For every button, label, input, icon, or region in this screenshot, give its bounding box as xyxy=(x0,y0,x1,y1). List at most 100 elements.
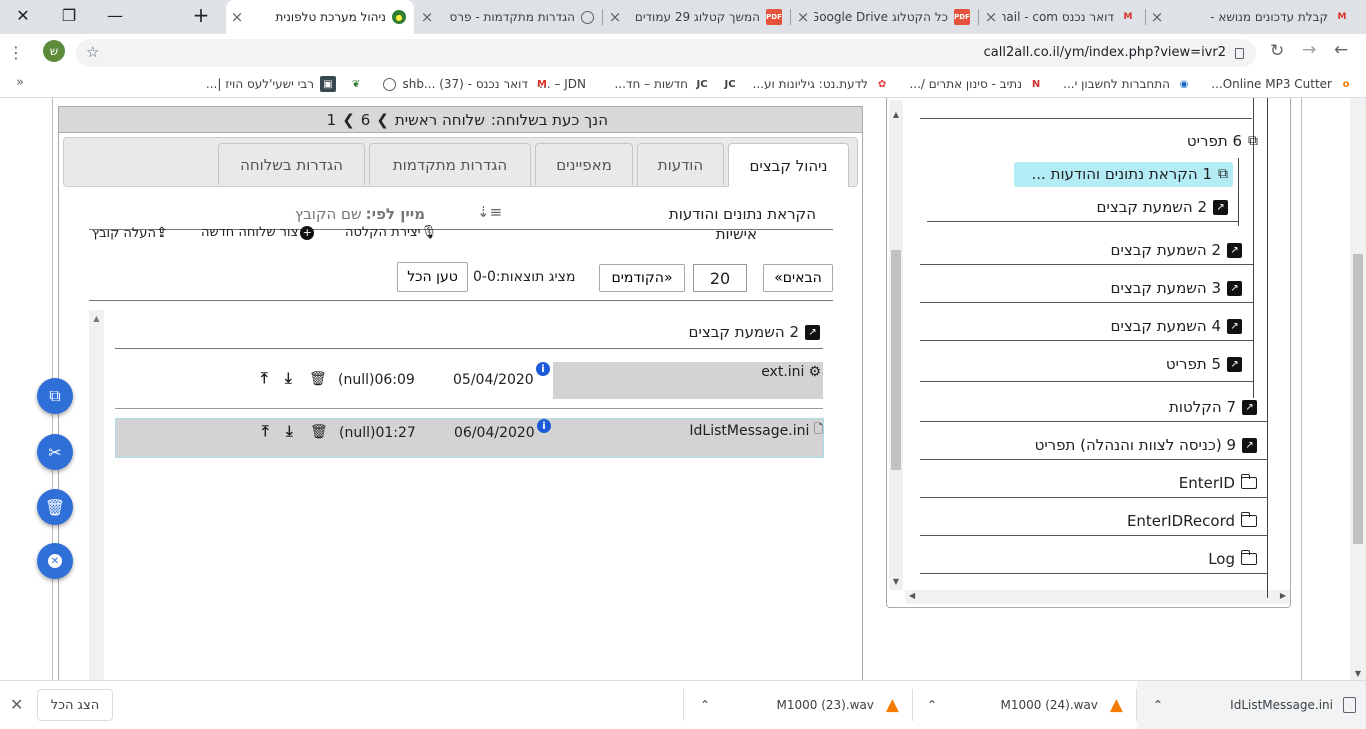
tree-item-4[interactable]: ↗ 4 השמעת קבצים xyxy=(1111,317,1242,335)
info-icon[interactable]: i xyxy=(537,419,551,433)
profile-avatar[interactable]: ש xyxy=(43,40,65,62)
section-title: הקראת נתונים והודעות xyxy=(668,205,816,223)
tree-item-enteridrecord[interactable]: EnterIDRecord xyxy=(1127,512,1257,530)
create-recording-button[interactable]: 🎙 יצירת הקלטה xyxy=(345,225,437,240)
show-all-button[interactable]: הצג הכל xyxy=(37,689,113,721)
tree-item-2a[interactable]: ↗ 2 השמעת קבצים xyxy=(1097,198,1228,216)
upload-icon[interactable]: ⤒ xyxy=(262,422,269,440)
cancel-button[interactable]: ✕ xyxy=(37,543,73,579)
bookmark-label: רבי ישעי'לעס הויז |... xyxy=(205,77,314,91)
cut-button[interactable]: ✂ xyxy=(37,434,73,470)
reload-icon[interactable]: ↻ xyxy=(1270,41,1284,61)
page-scrollbar[interactable]: ▼ xyxy=(1350,98,1366,680)
tree-item-5[interactable]: ↗ 5 תפריט xyxy=(1166,355,1242,373)
chevron-up-icon: ⌃ xyxy=(1153,698,1164,712)
tree-item-9[interactable]: ↗ 9 (כניסה לצוות והנהלה) תפריט xyxy=(1035,436,1257,454)
tab-messages[interactable]: הודעות xyxy=(637,143,724,185)
breadcrumb-item[interactable]: 1 xyxy=(327,111,337,129)
tree-item-3[interactable]: ↗ 3 השמעת קבצים xyxy=(1111,279,1242,297)
tree-item-selected-label[interactable]: ⧉ 1 הקראת נתונים והודעות ... xyxy=(1032,165,1228,183)
download-item[interactable]: ▲ M1000 (23).wav ⌃ xyxy=(688,681,911,729)
tree-scrollbar[interactable]: ▲ ▼ xyxy=(889,100,903,590)
prev-page-button[interactable]: הקודמים» xyxy=(599,264,685,292)
bookmark-item[interactable] xyxy=(377,75,396,93)
info-icon[interactable]: i xyxy=(536,362,550,376)
tab-4[interactable]: PDF המשך קטלוג 29 עמודים × xyxy=(604,0,790,34)
close-download-bar-icon[interactable]: ✕ xyxy=(10,695,23,714)
folder-icon xyxy=(1240,550,1257,565)
text-file-icon: 🗋 xyxy=(813,422,823,436)
close-window-icon[interactable]: ✕ xyxy=(0,0,46,30)
current-folder[interactable]: ↗ 2 השמעת קבצים xyxy=(689,323,820,341)
tree-label: Log xyxy=(1208,550,1235,568)
delete-button[interactable]: 🗑 xyxy=(37,489,73,525)
lock-icon[interactable] xyxy=(1235,48,1244,59)
breadcrumb-item[interactable]: 6 xyxy=(361,111,371,129)
load-all-button[interactable]: טען הכל xyxy=(397,262,468,292)
close-tab-icon[interactable]: × xyxy=(226,8,248,26)
restore-window-icon[interactable]: ❐ xyxy=(46,0,92,30)
bookmark-item[interactable]: ▣ רבי ישעי'לעס הויז |... xyxy=(206,75,336,93)
back-icon[interactable]: ← xyxy=(1334,40,1348,60)
download-item[interactable]: ▲ M1000 (24).wav ⌃ xyxy=(913,681,1135,729)
tree-item-enterid[interactable]: EnterID xyxy=(1179,474,1257,492)
bank-icon: ◉ xyxy=(1179,78,1189,90)
download-item[interactable]: IdListMessage.ini ⌃ xyxy=(1137,681,1366,729)
page-size-input[interactable]: 20 xyxy=(693,264,747,292)
sort-icon[interactable]: ⇣≡ xyxy=(477,203,502,221)
bookmark-item[interactable]: ◉ התחברות לחשבון י... xyxy=(1063,75,1192,93)
upload-file-button[interactable]: ⇪ העלה קובץ xyxy=(92,225,168,241)
close-tab-icon[interactable]: × xyxy=(604,8,626,26)
breadcrumb-current[interactable]: שלוחה ראשית xyxy=(395,111,485,129)
minimize-window-icon[interactable]: — xyxy=(92,0,138,30)
bookmark-item[interactable]: o Online MP3 Cutter... xyxy=(1211,75,1354,93)
tab-advanced-settings[interactable]: הגדרות מתקדמות xyxy=(369,143,531,185)
scrollbar[interactable]: ▲ xyxy=(89,310,104,681)
new-extension-button[interactable]: + צור שלוחה חדשה xyxy=(201,225,315,240)
site-icon: ● xyxy=(392,10,406,24)
tree-clipped-item xyxy=(920,110,1252,118)
star-icon[interactable]: ☆ xyxy=(86,43,99,61)
table-row[interactable]: ⚙ ext.ini i 05/04/2020 (null) 06:09 🗑 ⤓ ⤒ xyxy=(115,362,823,400)
bookmark-item[interactable]: ❦ xyxy=(342,75,364,93)
bookmark-item[interactable]: ✿ לדעת.נט: גיליונות וע... xyxy=(753,75,890,93)
bookmark-item[interactable]: JC חדשות – חד... xyxy=(614,75,710,93)
next-page-button[interactable]: «הבאים xyxy=(763,264,833,292)
bookmark-item[interactable]: M דואר נכנס - shb... (37) xyxy=(402,75,550,93)
shortcut-icon: ↗ xyxy=(1227,318,1242,334)
tree-item-log[interactable]: Log xyxy=(1208,550,1257,568)
download-icon[interactable]: ⤓ xyxy=(286,422,293,440)
bookmark-item[interactable]: JC xyxy=(716,75,738,93)
new-tab-icon[interactable]: + xyxy=(178,0,224,30)
close-tab-icon[interactable]: × xyxy=(416,8,438,26)
tab-3[interactable]: PDF כל הקטלוג Google Drive × xyxy=(792,0,978,34)
copy-button[interactable]: ⧉ xyxy=(37,378,73,414)
tab-extension-settings[interactable]: הגדרות בשלוחה xyxy=(218,143,365,185)
address-bar[interactable]: ☆ call2all.co.il/ym/index.php?view=ivr2 xyxy=(76,39,1256,67)
tab-5[interactable]: הגדרות מתקדמות - פרס × xyxy=(416,0,602,34)
tab-6-active[interactable]: ● ניהול מערכת טלפונית × xyxy=(226,0,414,34)
sort-selector[interactable]: מיין לפי: שם הקובץ xyxy=(295,205,425,223)
tab-properties[interactable]: מאפיינים xyxy=(535,143,633,185)
tree-item-2b[interactable]: ↗ 2 השמעת קבצים xyxy=(1111,241,1242,259)
forward-icon[interactable]: → xyxy=(1302,40,1316,60)
close-tab-icon[interactable]: × xyxy=(1146,8,1168,26)
download-icon[interactable]: ⤓ xyxy=(285,369,292,387)
close-tab-icon[interactable]: × xyxy=(792,8,814,26)
tab-1[interactable]: M קבלת עדכונים מנושא - × xyxy=(1146,0,1358,34)
tab-file-management[interactable]: ניהול קבצים xyxy=(728,143,849,187)
tree-item-7[interactable]: ↗ 7 הקלטות xyxy=(1169,398,1257,416)
menu-icon[interactable]: ⋮ xyxy=(8,43,24,62)
tree-hscrollbar[interactable]: ◀ ▶ xyxy=(905,590,1290,604)
bookmark-item[interactable]: N נתיב - סינון אתרים /... xyxy=(909,75,1044,93)
tree-item-6[interactable]: ⧉ 6 תפריט xyxy=(1187,132,1258,150)
delete-icon[interactable]: 🗑 xyxy=(309,371,327,387)
file-name[interactable]: ⚙ ext.ini xyxy=(761,364,821,380)
upload-icon[interactable]: ⤒ xyxy=(261,369,268,387)
tab-2[interactable]: M דואר נכנס Gmail - com. × xyxy=(980,0,1144,34)
file-name[interactable]: 🗋 IdListMessage.ini xyxy=(689,420,823,441)
close-tab-icon[interactable]: × xyxy=(980,8,1002,26)
table-row[interactable]: 🗋 IdListMessage.ini i 06/04/2020 (null) 0… xyxy=(115,418,824,458)
more-bookmarks-icon[interactable]: » xyxy=(16,75,24,90)
delete-icon[interactable]: 🗑 xyxy=(310,424,328,440)
